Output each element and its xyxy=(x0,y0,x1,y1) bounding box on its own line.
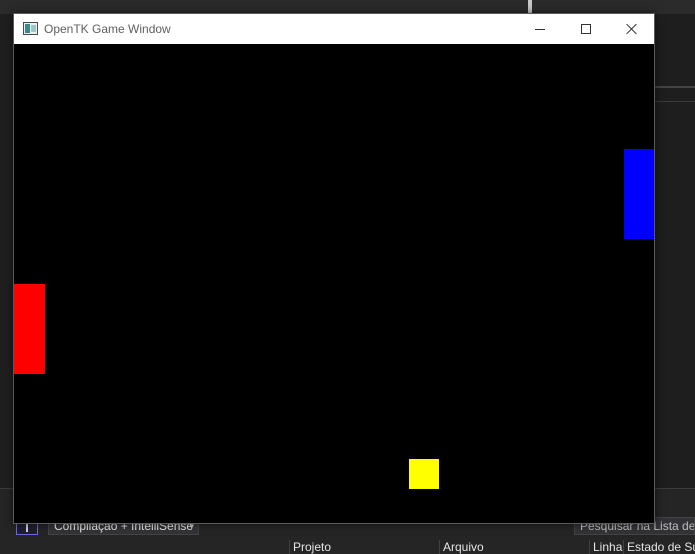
right-paddle xyxy=(624,149,654,239)
close-icon xyxy=(626,23,638,35)
column-header-file[interactable]: Arquivo xyxy=(439,540,589,554)
left-paddle xyxy=(14,284,45,374)
game-window[interactable]: OpenTK Game Window xyxy=(13,13,655,524)
column-header-suppression-state[interactable]: Estado de Supressão xyxy=(623,540,695,554)
ide-top-bar xyxy=(0,0,695,14)
ball xyxy=(409,459,439,489)
window-title: OpenTK Game Window xyxy=(44,22,171,36)
maximize-button[interactable] xyxy=(563,14,609,44)
title-bar[interactable]: OpenTK Game Window xyxy=(14,14,654,44)
ide-scrollbar-thumb[interactable] xyxy=(528,0,532,14)
minimize-icon xyxy=(535,28,545,30)
maximize-icon xyxy=(581,24,591,34)
ide-panel-divider xyxy=(654,86,695,88)
minimize-button[interactable] xyxy=(517,14,563,44)
close-button[interactable] xyxy=(609,14,655,44)
column-header-line[interactable]: Linha xyxy=(589,540,623,554)
ide-panel-divider xyxy=(654,101,695,102)
column-header-project[interactable]: Projeto xyxy=(289,540,441,554)
app-icon xyxy=(23,22,38,35)
game-viewport[interactable] xyxy=(14,44,654,523)
